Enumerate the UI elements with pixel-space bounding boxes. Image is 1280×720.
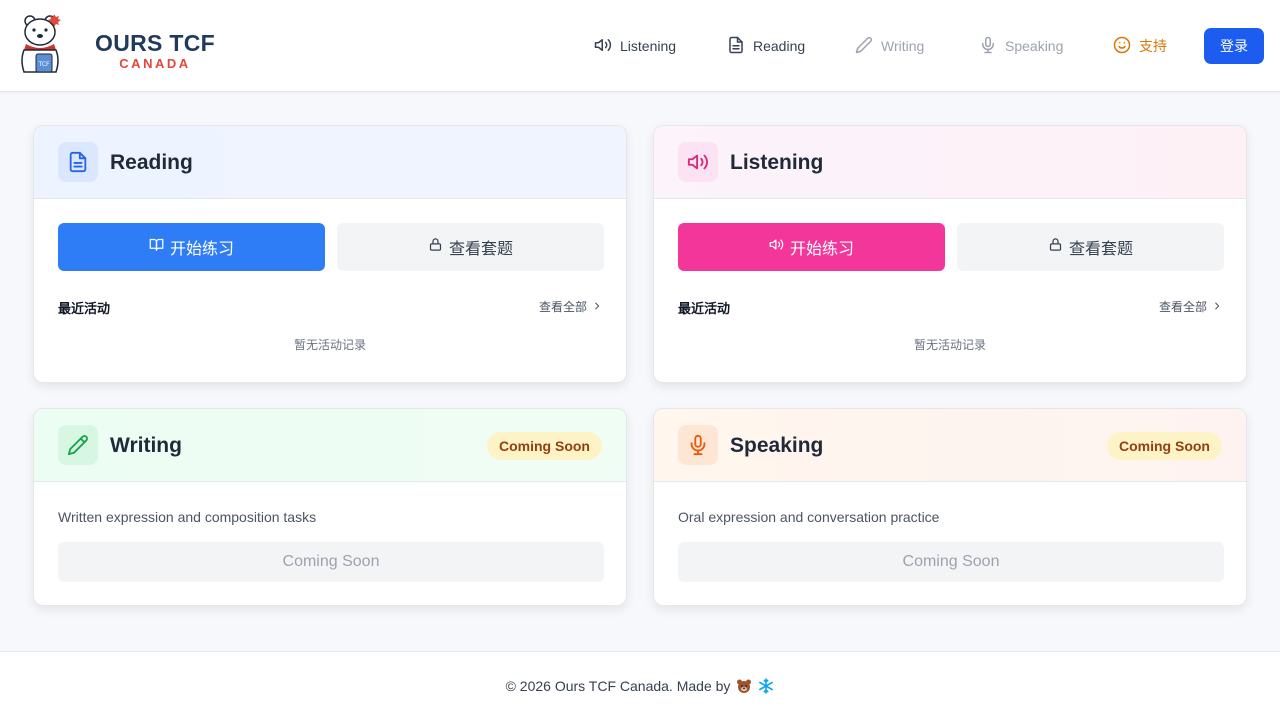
document-icon <box>58 142 98 182</box>
top-header: TCF OURS TCF CANADA Listening Reading Wr… <box>0 0 1280 92</box>
listening-recent-activity-label: 最近活动 <box>678 301 731 316</box>
smiley-icon <box>1113 36 1131 57</box>
speaking-coming-soon-badge: Coming Soon <box>1107 432 1222 460</box>
reading-start-label: 开始练习 <box>169 241 234 258</box>
writing-description: Written expression and composition tasks <box>58 509 317 525</box>
listening-view-sets-button[interactable]: 查看套题 <box>957 223 1224 271</box>
listening-empty-state: 暂无活动记录 <box>913 338 986 352</box>
speaker-icon <box>678 142 718 182</box>
chevron-right-icon <box>1212 300 1222 314</box>
listening-view-sets-label: 查看套题 <box>1068 241 1133 258</box>
nav-reading[interactable]: Reading <box>727 36 805 56</box>
lock-icon <box>428 237 443 257</box>
writing-card-title: Writing <box>110 434 182 457</box>
writing-card: Writing Coming Soon Written expression a… <box>33 408 627 606</box>
reading-view-sets-label: 查看套题 <box>448 241 513 258</box>
snowflake-icon <box>758 678 774 694</box>
speaker-icon <box>594 36 612 57</box>
listening-card-header: Listening <box>654 126 1246 199</box>
reading-card-title: Reading <box>110 151 193 174</box>
speaking-card-title: Speaking <box>730 434 824 457</box>
book-open-icon <box>149 237 164 257</box>
nav-speaking-label: Speaking <box>1005 38 1064 54</box>
reading-card-header: Reading <box>34 126 626 199</box>
lock-icon <box>1048 237 1063 257</box>
speaking-description: Oral expression and conversation practic… <box>678 509 940 525</box>
nav-support[interactable]: 支持 <box>1113 36 1167 56</box>
brand-subtitle: CANADA <box>119 56 191 71</box>
writing-coming-soon-badge: Coming Soon <box>487 432 602 460</box>
chevron-right-icon <box>592 300 602 314</box>
reading-view-all-label: 查看全部 <box>538 300 587 314</box>
listening-card-title: Listening <box>730 151 824 174</box>
nav-speaking[interactable]: Speaking <box>979 36 1063 56</box>
pencil-icon <box>855 36 873 57</box>
brand[interactable]: OURS TCF CANADA <box>95 30 215 71</box>
speaking-card: Speaking Coming Soon Oral expression and… <box>653 408 1247 606</box>
pencil-icon <box>58 425 98 465</box>
nav-listening[interactable]: Listening <box>594 36 676 56</box>
speaker-icon <box>769 237 784 257</box>
writing-coming-soon-button[interactable]: Coming Soon <box>58 542 604 582</box>
nav-support-label: 支持 <box>1139 38 1167 54</box>
footer-text: © 2026 Ours TCF Canada. Made by <box>505 678 731 694</box>
reading-recent-activity-label: 最近活动 <box>58 301 111 316</box>
nav-reading-label: Reading <box>753 38 806 54</box>
bear-face-icon <box>736 678 752 694</box>
reading-card: Reading 开始练习 查看套题 最近活动 查看全部 暂无活动记录 <box>33 125 627 383</box>
svg-text:TCF: TCF <box>38 61 51 68</box>
reading-view-sets-button[interactable]: 查看套题 <box>337 223 604 271</box>
nav-writing[interactable]: Writing <box>855 36 924 56</box>
speaking-card-header: Speaking Coming Soon <box>654 409 1246 482</box>
speaking-coming-soon-button[interactable]: Coming Soon <box>678 542 1224 582</box>
microphone-icon <box>678 425 718 465</box>
brand-name: OURS TCF <box>95 30 215 56</box>
document-icon <box>727 36 745 57</box>
listening-card: Listening 开始练习 查看套题 最近活动 查看全部 暂无活动记录 <box>653 125 1247 383</box>
nav-listening-label: Listening <box>620 38 677 54</box>
page-footer: © 2026 Ours TCF Canada. Made by <box>0 651 1280 720</box>
reading-empty-state: 暂无活动记录 <box>293 338 366 352</box>
login-button[interactable]: 登录 <box>1204 28 1264 64</box>
listening-start-label: 开始练习 <box>789 241 854 258</box>
listening-view-all-link[interactable]: 查看全部 <box>1159 298 1222 315</box>
writing-card-header: Writing Coming Soon <box>34 409 626 482</box>
nav-writing-label: Writing <box>881 38 925 54</box>
polar-bear-logo-icon[interactable]: TCF <box>18 12 70 76</box>
listening-start-practice-button[interactable]: 开始练习 <box>678 223 945 271</box>
reading-start-practice-button[interactable]: 开始练习 <box>58 223 325 271</box>
listening-view-all-label: 查看全部 <box>1158 300 1207 314</box>
reading-view-all-link[interactable]: 查看全部 <box>539 298 602 315</box>
microphone-icon <box>979 36 997 57</box>
